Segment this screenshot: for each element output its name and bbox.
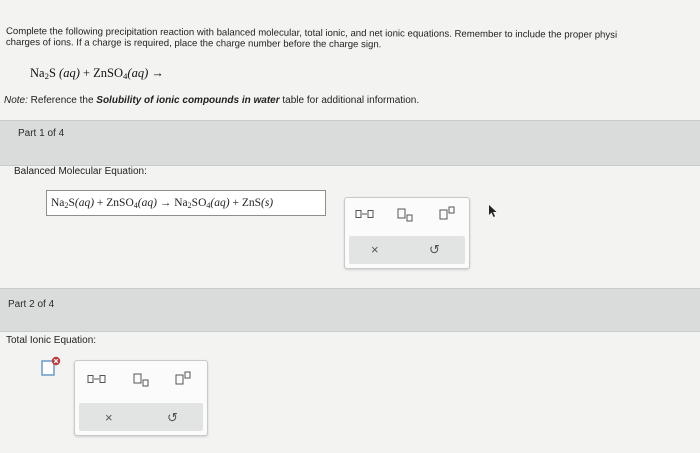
answer-input-icon[interactable] <box>40 356 62 376</box>
superscript-icon[interactable] <box>175 371 193 385</box>
part-1-label: Part 1 of 4 <box>18 128 65 139</box>
solubility-table-reference: Solubility of ionic compounds in water <box>96 95 280 106</box>
note-prefix: Note: <box>4 95 28 106</box>
clear-icon[interactable]: × <box>371 242 379 257</box>
balanced-molecular-label: Balanced Molecular Equation: <box>14 166 147 177</box>
reaction-arrow-icon[interactable] <box>87 373 106 387</box>
toolbox-actions: × ↺ <box>79 403 203 431</box>
mouse-cursor-icon <box>488 204 498 218</box>
part-2-label: Part 2 of 4 <box>8 299 55 310</box>
equation-toolbox-1: × ↺ <box>344 197 470 269</box>
part-1-header <box>0 120 700 166</box>
part-2-header <box>0 288 700 332</box>
equation-toolbox-2: × ↺ <box>74 360 208 436</box>
arrow-icon: → <box>151 66 164 80</box>
reaction-prompt: Na2S (aq) + ZnSO4(aq) → <box>30 66 164 82</box>
instructions: Complete the following precipitation rea… <box>6 26 700 52</box>
undo-icon[interactable]: ↺ <box>429 242 440 258</box>
subscript-icon[interactable] <box>133 373 151 387</box>
toolbox-actions: × ↺ <box>349 236 465 264</box>
clear-icon[interactable]: × <box>105 410 113 425</box>
superscript-icon[interactable] <box>439 206 457 220</box>
total-ionic-label: Total Ionic Equation: <box>6 335 97 346</box>
subscript-icon[interactable] <box>397 208 415 222</box>
reaction-arrow-icon[interactable] <box>355 208 374 222</box>
undo-icon[interactable]: ↺ <box>167 410 178 426</box>
balanced-molecular-answer[interactable]: Na2S(aq) + ZnSO4(aq) → Na2SO4(aq) + ZnS(… <box>46 190 326 216</box>
note: Note: Reference the Solubility of ionic … <box>4 95 420 106</box>
